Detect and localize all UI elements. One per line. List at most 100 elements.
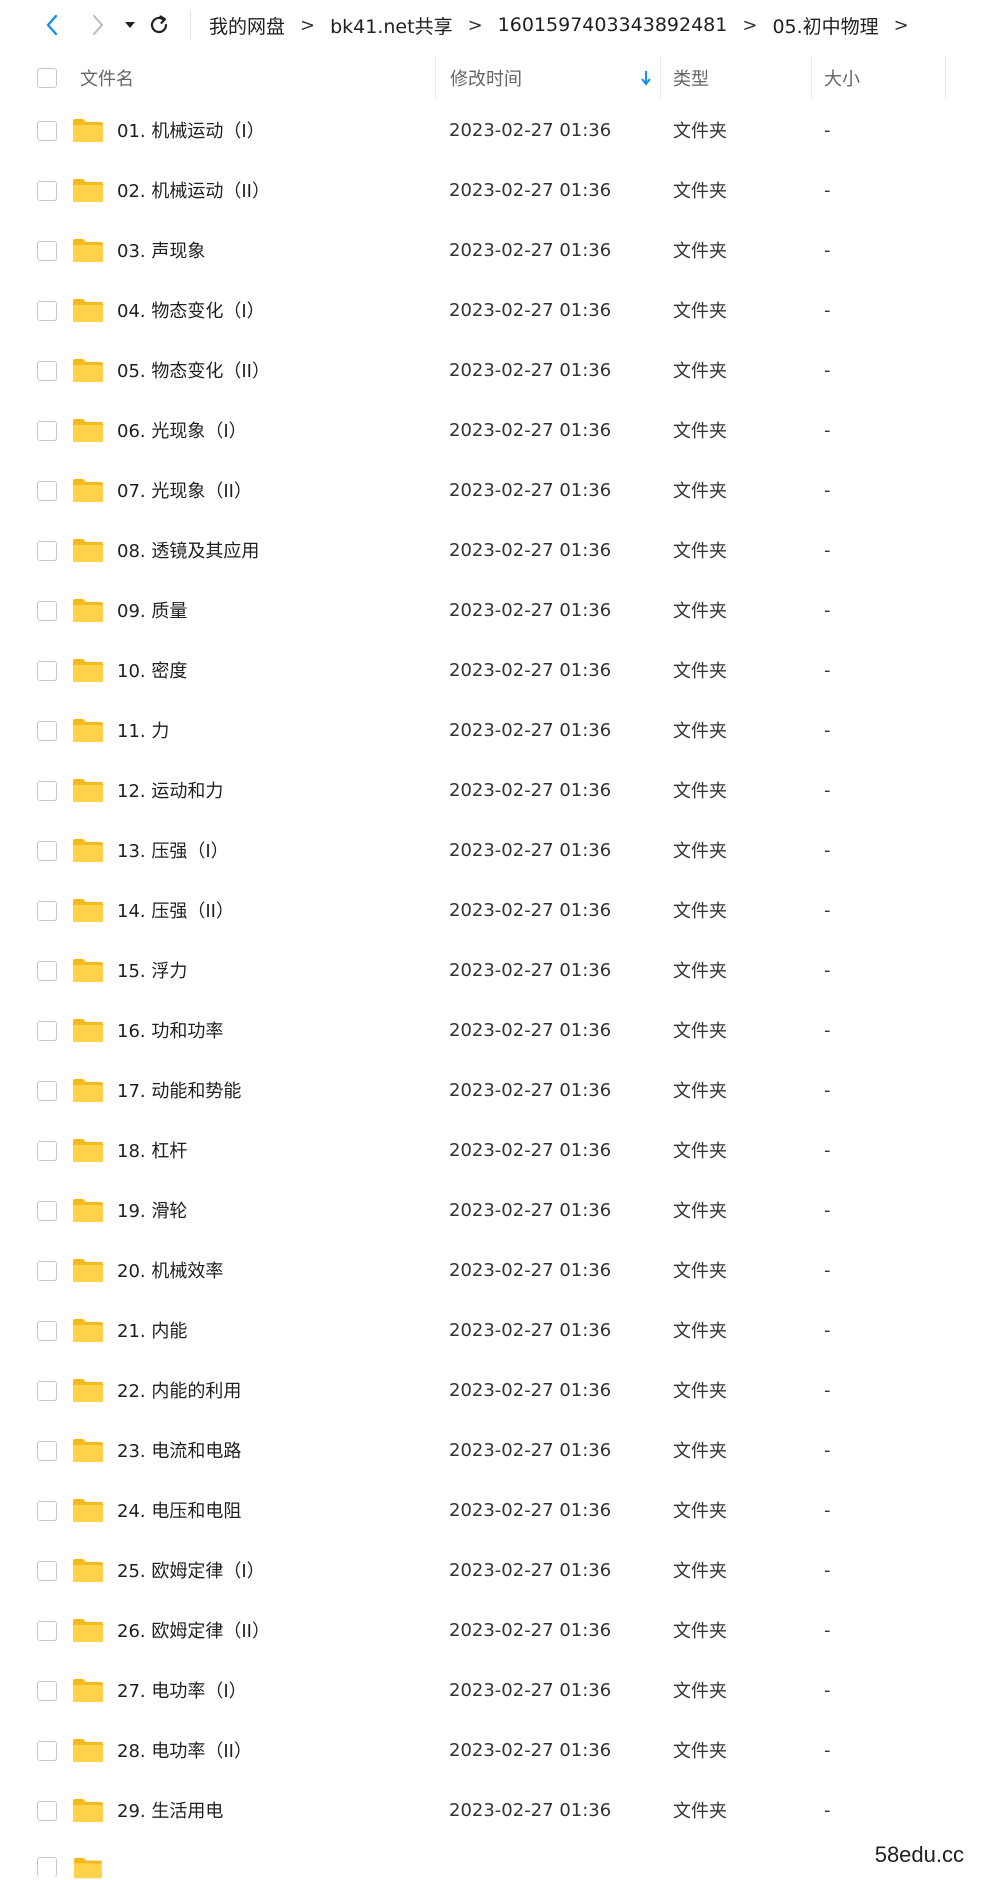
breadcrumb-item-share[interactable]: bk41.net共享 [328,12,454,39]
table-row[interactable]: 16. 功和功率 2023-02-27 01:36 文件夹 - [0,1000,989,1060]
table-row[interactable]: 18. 杠杆 2023-02-27 01:36 文件夹 - [0,1120,989,1180]
history-dropdown-button[interactable] [120,14,140,36]
column-header-modified[interactable]: 修改时间 [450,56,522,100]
column-divider[interactable] [811,56,812,100]
file-name[interactable]: 08. 透镜及其应用 [117,520,259,580]
file-name[interactable]: 27. 电功率（I） [117,1660,247,1720]
row-checkbox[interactable] [37,361,57,381]
file-name[interactable]: 02. 机械运动（II） [117,160,270,220]
back-button[interactable] [40,12,64,38]
row-checkbox[interactable] [37,241,57,261]
row-checkbox[interactable] [37,1321,57,1341]
row-checkbox[interactable] [37,841,57,861]
table-row[interactable]: 02. 机械运动（II） 2023-02-27 01:36 文件夹 - [0,160,989,220]
table-row[interactable]: 20. 机械效率 2023-02-27 01:36 文件夹 - [0,1240,989,1300]
row-checkbox[interactable] [37,661,57,681]
table-row[interactable]: 12. 运动和力 2023-02-27 01:36 文件夹 - [0,760,989,820]
table-row[interactable]: 03. 声现象 2023-02-27 01:36 文件夹 - [0,220,989,280]
row-checkbox[interactable] [37,541,57,561]
file-name[interactable]: 01. 机械运动（I） [117,100,265,160]
sort-desc-button[interactable] [636,68,656,88]
breadcrumb-item-current[interactable]: 05.初中物理 [770,12,880,39]
column-header-type[interactable]: 类型 [673,56,709,100]
file-name[interactable]: 17. 动能和势能 [117,1060,241,1120]
file-name[interactable]: 22. 内能的利用 [117,1360,241,1420]
row-checkbox[interactable] [37,1801,57,1821]
row-checkbox[interactable] [37,121,57,141]
table-row[interactable]: 21. 内能 2023-02-27 01:36 文件夹 - [0,1300,989,1360]
column-divider[interactable] [945,56,946,100]
table-row[interactable]: 17. 动能和势能 2023-02-27 01:36 文件夹 - [0,1060,989,1120]
refresh-button[interactable] [146,12,172,38]
select-all-checkbox[interactable] [37,68,57,88]
file-name[interactable]: 19. 滑轮 [117,1180,187,1240]
row-checkbox[interactable] [37,1141,57,1161]
table-row[interactable]: 22. 内能的利用 2023-02-27 01:36 文件夹 - [0,1360,989,1420]
file-name[interactable]: 09. 质量 [117,580,187,640]
table-row[interactable]: 25. 欧姆定律（I） 2023-02-27 01:36 文件夹 - [0,1540,989,1600]
table-row[interactable]: 26. 欧姆定律（II） 2023-02-27 01:36 文件夹 - [0,1600,989,1660]
row-checkbox[interactable] [37,1501,57,1521]
table-row[interactable]: 19. 滑轮 2023-02-27 01:36 文件夹 - [0,1180,989,1240]
file-name[interactable]: 03. 声现象 [117,220,205,280]
table-row[interactable]: 06. 光现象（I） 2023-02-27 01:36 文件夹 - [0,400,989,460]
table-row-partial[interactable] [0,1856,989,1880]
table-row[interactable]: 29. 生活用电 2023-02-27 01:36 文件夹 - [0,1780,989,1840]
row-checkbox[interactable] [37,721,57,741]
forward-button[interactable] [86,12,110,38]
file-name[interactable]: 20. 机械效率 [117,1240,223,1300]
file-name[interactable]: 11. 力 [117,700,169,760]
column-divider[interactable] [435,56,436,100]
file-name[interactable]: 07. 光现象（II） [117,460,252,520]
table-row[interactable]: 07. 光现象（II） 2023-02-27 01:36 文件夹 - [0,460,989,520]
file-name[interactable]: 26. 欧姆定律（II） [117,1600,270,1660]
row-checkbox[interactable] [37,601,57,621]
row-checkbox[interactable] [37,1201,57,1221]
file-name[interactable]: 28. 电功率（II） [117,1720,252,1780]
row-checkbox[interactable] [37,421,57,441]
row-checkbox[interactable] [37,1021,57,1041]
table-row[interactable]: 28. 电功率（II） 2023-02-27 01:36 文件夹 - [0,1720,989,1780]
breadcrumb-item-folder-id[interactable]: 1601597403343892481 [496,14,730,36]
file-name[interactable]: 14. 压强（II） [117,880,234,940]
table-row[interactable]: 11. 力 2023-02-27 01:36 文件夹 - [0,700,989,760]
table-row[interactable]: 15. 浮力 2023-02-27 01:36 文件夹 - [0,940,989,1000]
row-checkbox[interactable] [37,1741,57,1761]
row-checkbox[interactable] [37,1381,57,1401]
table-row[interactable]: 14. 压强（II） 2023-02-27 01:36 文件夹 - [0,880,989,940]
table-row[interactable]: 01. 机械运动（I） 2023-02-27 01:36 文件夹 - [0,100,989,160]
file-name[interactable]: 05. 物态变化（II） [117,340,270,400]
column-header-size[interactable]: 大小 [824,56,860,100]
file-name[interactable]: 18. 杠杆 [117,1120,187,1180]
row-checkbox[interactable] [37,1621,57,1641]
file-name[interactable]: 15. 浮力 [117,940,187,1000]
row-checkbox[interactable] [37,1857,57,1877]
table-row[interactable]: 04. 物态变化（I） 2023-02-27 01:36 文件夹 - [0,280,989,340]
column-divider[interactable] [660,56,661,100]
file-name[interactable]: 13. 压强（I） [117,820,229,880]
row-checkbox[interactable] [37,1081,57,1101]
file-name[interactable]: 12. 运动和力 [117,760,223,820]
row-checkbox[interactable] [37,781,57,801]
column-header-name[interactable]: 文件名 [80,56,134,100]
table-row[interactable]: 24. 电压和电阻 2023-02-27 01:36 文件夹 - [0,1480,989,1540]
row-checkbox[interactable] [37,1441,57,1461]
row-checkbox[interactable] [37,481,57,501]
row-checkbox[interactable] [37,1261,57,1281]
file-name[interactable]: 16. 功和功率 [117,1000,223,1060]
row-checkbox[interactable] [37,1681,57,1701]
file-name[interactable]: 23. 电流和电路 [117,1420,241,1480]
file-name[interactable]: 24. 电压和电阻 [117,1480,241,1540]
breadcrumb-item-root[interactable]: 我的网盘 [207,12,287,39]
table-row[interactable]: 09. 质量 2023-02-27 01:36 文件夹 - [0,580,989,640]
row-checkbox[interactable] [37,901,57,921]
file-name[interactable]: 29. 生活用电 [117,1780,223,1840]
file-name[interactable]: 25. 欧姆定律（I） [117,1540,265,1600]
row-checkbox[interactable] [37,961,57,981]
table-row[interactable]: 23. 电流和电路 2023-02-27 01:36 文件夹 - [0,1420,989,1480]
table-row[interactable]: 10. 密度 2023-02-27 01:36 文件夹 - [0,640,989,700]
file-name[interactable]: 10. 密度 [117,640,187,700]
table-row[interactable]: 05. 物态变化（II） 2023-02-27 01:36 文件夹 - [0,340,989,400]
file-name[interactable]: 06. 光现象（I） [117,400,247,460]
file-name[interactable]: 04. 物态变化（I） [117,280,265,340]
